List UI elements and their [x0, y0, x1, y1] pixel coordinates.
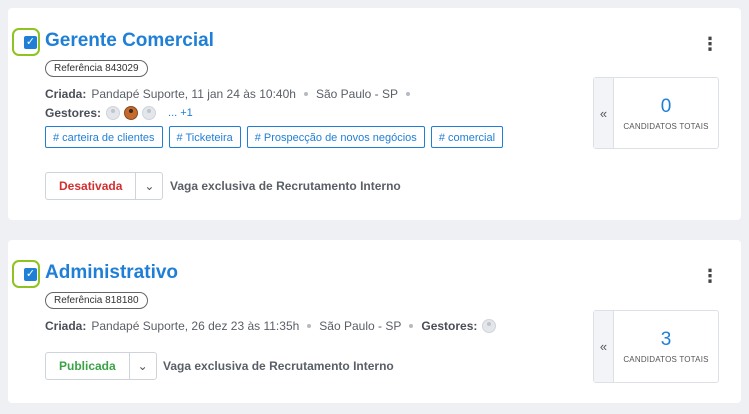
created-info: Criada: Pandapé Suporte, 11 jan 24 às 10…: [45, 87, 418, 101]
separator-dot: [307, 324, 312, 328]
location-text: São Paulo - SP: [319, 319, 402, 333]
separator-dot: [409, 324, 414, 328]
exclusive-note: Vaga exclusiva de Recrutamento Interno: [163, 359, 394, 373]
checkbox-focus-ring[interactable]: ✓: [12, 28, 40, 56]
check-icon[interactable]: ✓: [24, 36, 37, 49]
candidates-label: CANDIDATOS TOTAIS: [623, 355, 709, 364]
tag-chip[interactable]: # carteira de clientes: [45, 126, 163, 148]
user-avatar-icon[interactable]: [124, 106, 139, 120]
more-managers-link[interactable]: ... +1: [168, 107, 193, 119]
created-label: Criada:: [45, 319, 87, 333]
created-by-text: Pandapé Suporte, 26 dez 23 às 11:35h: [91, 319, 300, 333]
status-button[interactable]: Desativada: [46, 173, 137, 199]
created-by-text: Pandapé Suporte, 11 jan 24 às 10:40h: [91, 87, 296, 101]
job-card: ✓ Gerente Comercial ⋮ Referência 843029 …: [8, 8, 741, 220]
created-info: Criada: Pandapé Suporte, 26 dez 23 às 11…: [45, 319, 500, 333]
managers-label: Gestores:: [421, 319, 478, 333]
checkbox-focus-ring[interactable]: ✓: [12, 260, 40, 288]
more-vertical-icon[interactable]: ⋮: [701, 266, 719, 286]
user-avatar-icon[interactable]: [106, 106, 121, 120]
managers-info: Gestores: ... +1: [45, 106, 193, 120]
candidates-panel[interactable]: « 3 CANDIDATOS TOTAIS: [593, 310, 719, 383]
status-dropdown[interactable]: Desativada ⌄: [45, 172, 164, 200]
status-dropdown[interactable]: Publicada ⌄: [45, 352, 157, 380]
job-title-link[interactable]: Administrativo: [45, 262, 178, 284]
user-avatar-icon[interactable]: [142, 106, 157, 120]
created-label: Criada:: [45, 87, 87, 101]
double-chevron-left-icon[interactable]: «: [594, 78, 614, 148]
job-card: ✓ Administrativo ⋮ Referência 818180 Cri…: [8, 240, 741, 403]
double-chevron-left-icon[interactable]: «: [594, 311, 614, 382]
exclusive-note: Vaga exclusiva de Recrutamento Interno: [170, 179, 401, 193]
more-vertical-icon[interactable]: ⋮: [701, 34, 719, 54]
check-icon[interactable]: ✓: [24, 268, 37, 281]
reference-badge: Referência 818180: [45, 292, 148, 309]
location-text: São Paulo - SP: [315, 87, 399, 101]
user-avatar-icon[interactable]: [482, 319, 497, 333]
candidates-summary[interactable]: 3 CANDIDATOS TOTAIS: [614, 311, 718, 382]
candidates-count: 3: [660, 329, 672, 350]
tag-list: # carteira de clientes # Ticketeira # Pr…: [45, 126, 504, 148]
chevron-down-icon[interactable]: ⌄: [136, 173, 162, 199]
candidates-label: CANDIDATOS TOTAIS: [623, 121, 709, 131]
reference-badge: Referência 843029: [45, 60, 148, 77]
tag-chip[interactable]: # comercial: [430, 126, 504, 148]
tag-chip[interactable]: # Prospecção de novos negócios: [246, 126, 425, 148]
status-button[interactable]: Publicada: [46, 353, 130, 379]
separator-dot: [303, 92, 308, 96]
separator-dot: [406, 92, 411, 96]
tag-chip[interactable]: # Ticketeira: [168, 126, 241, 148]
managers-label: Gestores:: [45, 106, 102, 120]
candidates-panel[interactable]: « 0 CANDIDATOS TOTAIS: [593, 77, 719, 149]
job-title-link[interactable]: Gerente Comercial: [45, 30, 214, 52]
candidates-summary[interactable]: 0 CANDIDATOS TOTAIS: [614, 78, 718, 148]
chevron-down-icon[interactable]: ⌄: [130, 353, 156, 379]
candidates-count: 0: [660, 95, 672, 117]
